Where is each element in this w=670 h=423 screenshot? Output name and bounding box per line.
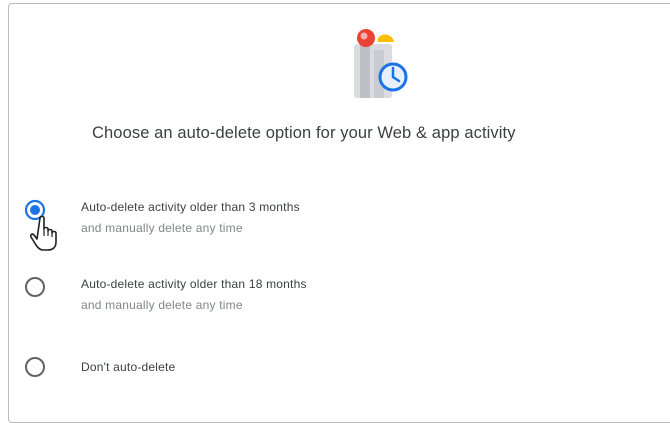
option-dont-auto-delete-text: Don't auto-delete bbox=[81, 360, 175, 374]
option-18-months[interactable]: Auto-delete activity older than 18 month… bbox=[24, 276, 624, 328]
radio-button[interactable] bbox=[24, 276, 46, 298]
option-label: Don't auto-delete bbox=[81, 360, 176, 374]
option-dont-auto-delete[interactable]: Don't auto-delete bbox=[24, 356, 624, 408]
option-3-months-text: Auto-delete activity older than 3 months… bbox=[81, 200, 300, 235]
option-label: Auto-delete activity older than 18 month… bbox=[81, 277, 307, 291]
option-label: Auto-delete activity older than 3 months bbox=[81, 200, 300, 214]
dialog-title: Choose an auto-delete option for your We… bbox=[92, 124, 516, 142]
radio-button[interactable] bbox=[24, 356, 46, 378]
option-sublabel: and manually delete any time bbox=[81, 221, 243, 235]
auto-delete-clock-illustration bbox=[354, 29, 408, 98]
option-18-months-text: Auto-delete activity older than 18 month… bbox=[81, 277, 307, 312]
option-sublabel: and manually delete any time bbox=[81, 298, 243, 312]
hand-pointer-icon bbox=[30, 215, 57, 251]
option-3-months[interactable]: Auto-delete activity older than 3 months… bbox=[24, 199, 624, 251]
